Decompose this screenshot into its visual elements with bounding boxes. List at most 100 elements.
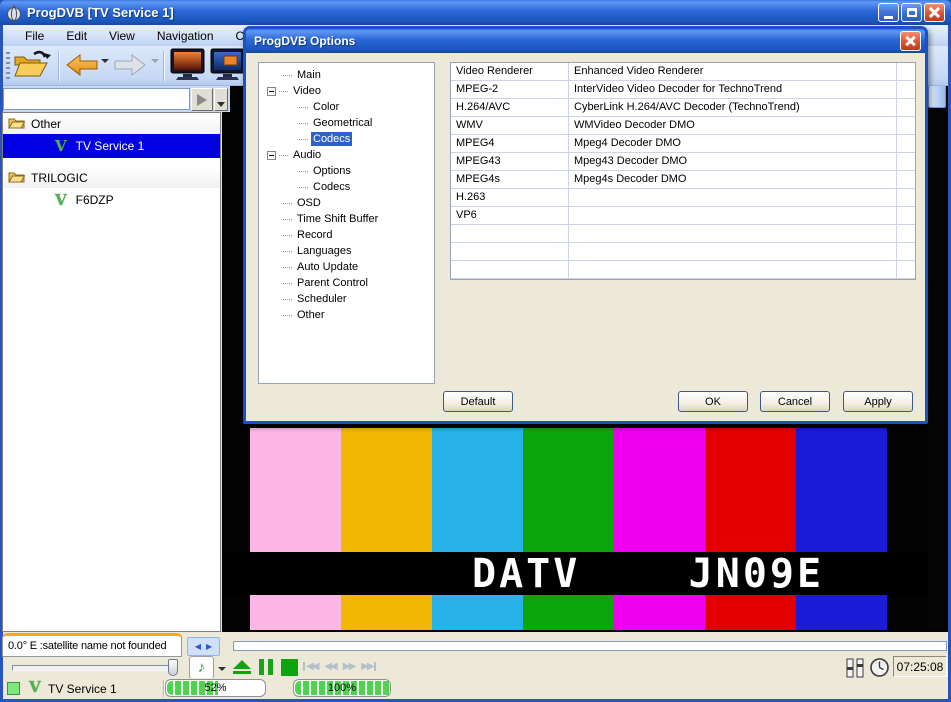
codec-table-row[interactable]: H.263 xyxy=(451,189,915,207)
tree-item-video[interactable]: Video xyxy=(259,83,434,99)
test-pattern-callsign: DATV JN09E xyxy=(472,551,824,597)
tree-item-other[interactable]: Other xyxy=(259,307,434,323)
toolbar-grip[interactable] xyxy=(6,52,10,80)
tree-item-record[interactable]: Record xyxy=(259,227,434,243)
codec-name-cell: MPEG43 xyxy=(451,153,569,170)
collapse-minus-icon[interactable] xyxy=(267,151,276,160)
codec-table-row[interactable]: MPEG-2InterVideo Video Decoder for Techn… xyxy=(451,81,915,99)
volume-slider-track[interactable] xyxy=(12,665,178,671)
tree-item-main[interactable]: Main xyxy=(259,67,434,83)
channel-group-header[interactable]: Other xyxy=(3,113,220,134)
skip-to-end-button[interactable]: ▶▶ xyxy=(361,661,375,672)
tree-item-osd[interactable]: OSD xyxy=(259,195,434,211)
channel-label: TV Service 1 xyxy=(76,139,145,153)
minimize-button[interactable] xyxy=(878,3,899,22)
fullscreen-monitor-button[interactable] xyxy=(170,48,205,86)
tree-connector xyxy=(283,283,292,284)
dialog-close-button[interactable] xyxy=(900,31,921,51)
cancel-button[interactable]: Cancel xyxy=(760,391,830,412)
apply-button[interactable]: Apply xyxy=(843,391,913,412)
codec-table-row[interactable]: MPEG4sMpeg4s Decoder DMO xyxy=(451,171,915,189)
tree-connector xyxy=(299,139,308,140)
codec-decoder-cell: Mpeg43 Decoder DMO xyxy=(569,153,897,170)
window-monitor-button[interactable] xyxy=(210,48,245,86)
menu-edit[interactable]: Edit xyxy=(56,27,97,45)
tree-item-label: Codecs xyxy=(311,132,352,146)
tree-item-parent-control[interactable]: Parent Control xyxy=(259,275,434,291)
tab-nav-buttons[interactable]: ◀ ▶ xyxy=(187,637,220,656)
menu-file[interactable]: File xyxy=(15,27,54,45)
tree-item-geometrical[interactable]: Geometrical xyxy=(259,115,434,131)
tree-connector xyxy=(283,203,292,204)
channel-group: TRILOGICVF6DZP xyxy=(3,167,220,212)
color-bar-5 xyxy=(705,428,796,630)
tree-item-color[interactable]: Color xyxy=(259,99,434,115)
channel-group-header[interactable]: TRILOGIC xyxy=(3,167,220,188)
codec-table-row[interactable] xyxy=(451,261,915,279)
color-bar-2 xyxy=(432,428,523,630)
maximize-button[interactable] xyxy=(901,3,922,22)
tree-connector xyxy=(283,299,292,300)
tree-connector xyxy=(283,315,292,316)
menu-view[interactable]: View xyxy=(99,27,145,45)
back-button[interactable] xyxy=(65,53,99,82)
audio-track-dropdown[interactable] xyxy=(216,662,228,676)
codec-table-row[interactable]: Video RendererEnhanced Video Renderer xyxy=(451,63,915,81)
time-value: 07:25:08 xyxy=(897,660,944,674)
tree-item-codecs[interactable]: Codecs xyxy=(259,179,434,195)
forward-button[interactable] xyxy=(113,53,147,82)
color-bar-4 xyxy=(614,428,705,630)
menu-navigation[interactable]: Navigation xyxy=(147,27,224,45)
open-playlist-button[interactable] xyxy=(13,48,51,86)
rewind-button[interactable]: ◀◀ xyxy=(324,661,335,672)
codec-table-row[interactable] xyxy=(451,225,915,243)
tree-item-auto-update[interactable]: Auto Update xyxy=(259,259,434,275)
skip-to-start-button[interactable]: ◀◀ xyxy=(303,661,317,672)
channel-filter-input[interactable] xyxy=(3,88,190,110)
stop-button[interactable] xyxy=(281,659,298,676)
toolbar-separator xyxy=(58,51,60,81)
audio-track-button[interactable]: ♪ xyxy=(189,656,214,679)
tree-item-label: Options xyxy=(311,164,353,178)
channel-item[interactable]: VF6DZP xyxy=(3,188,220,212)
codec-table-row[interactable]: WMVWMVideo Decoder DMO xyxy=(451,117,915,135)
satellite-tab[interactable]: 0.0° E :satellite name not founded xyxy=(2,633,182,657)
tree-item-audio[interactable]: Audio xyxy=(259,147,434,163)
tree-item-options[interactable]: Options xyxy=(259,163,434,179)
codec-table-row[interactable]: H.264/AVCCyberLink H.264/AVC Decoder (Te… xyxy=(451,99,915,117)
tree-item-time-shift-buffer[interactable]: Time Shift Buffer xyxy=(259,211,434,227)
close-button[interactable] xyxy=(924,3,945,22)
collapse-minus-icon[interactable] xyxy=(267,87,276,96)
codec-table-row[interactable]: VP6 xyxy=(451,207,915,225)
codec-table-row[interactable]: MPEG43Mpeg43 Decoder DMO xyxy=(451,153,915,171)
dialog-title: ProgDVB Options xyxy=(254,34,355,48)
tab-nav-right-icon[interactable]: ▶ xyxy=(206,642,212,651)
codec-table-row[interactable] xyxy=(451,243,915,261)
current-channel-label: TV Service 1 xyxy=(48,682,117,696)
forward-dropdown-icon[interactable] xyxy=(151,63,159,81)
titlebar: ProgDVB [TV Service 1] xyxy=(0,0,951,25)
play-channel-button[interactable] xyxy=(191,88,213,111)
channel-group: OtherVTV Service 1 xyxy=(3,113,220,158)
tree-item-label: Other xyxy=(295,308,327,322)
codec-table-row[interactable]: MPEG4Mpeg4 Decoder DMO xyxy=(451,135,915,153)
default-button[interactable]: Default xyxy=(443,391,513,412)
seek-bar[interactable] xyxy=(233,641,947,651)
codec-extra-cell xyxy=(897,63,915,80)
pause-button[interactable] xyxy=(259,659,273,675)
tree-item-codecs[interactable]: Codecs xyxy=(259,131,434,147)
progdvb-window: DATV JN09E ProgDVB [TV Service 1] FileEd… xyxy=(0,0,951,702)
codec-extra-cell xyxy=(897,243,915,260)
tree-item-languages[interactable]: Languages xyxy=(259,243,434,259)
ok-button[interactable]: OK xyxy=(678,391,748,412)
eject-button[interactable] xyxy=(233,660,251,674)
color-bar-6 xyxy=(796,428,887,630)
back-dropdown-icon[interactable] xyxy=(101,63,109,81)
tab-nav-left-icon[interactable]: ◀ xyxy=(195,642,201,651)
tree-item-scheduler[interactable]: Scheduler xyxy=(259,291,434,307)
fast-forward-button[interactable]: ▶▶ xyxy=(343,661,354,672)
volume-slider-thumb[interactable] xyxy=(168,659,178,676)
channel-item[interactable]: VTV Service 1 xyxy=(3,134,220,158)
video-scrollbar[interactable] xyxy=(928,48,946,630)
filter-dropdown-button[interactable] xyxy=(214,88,228,111)
